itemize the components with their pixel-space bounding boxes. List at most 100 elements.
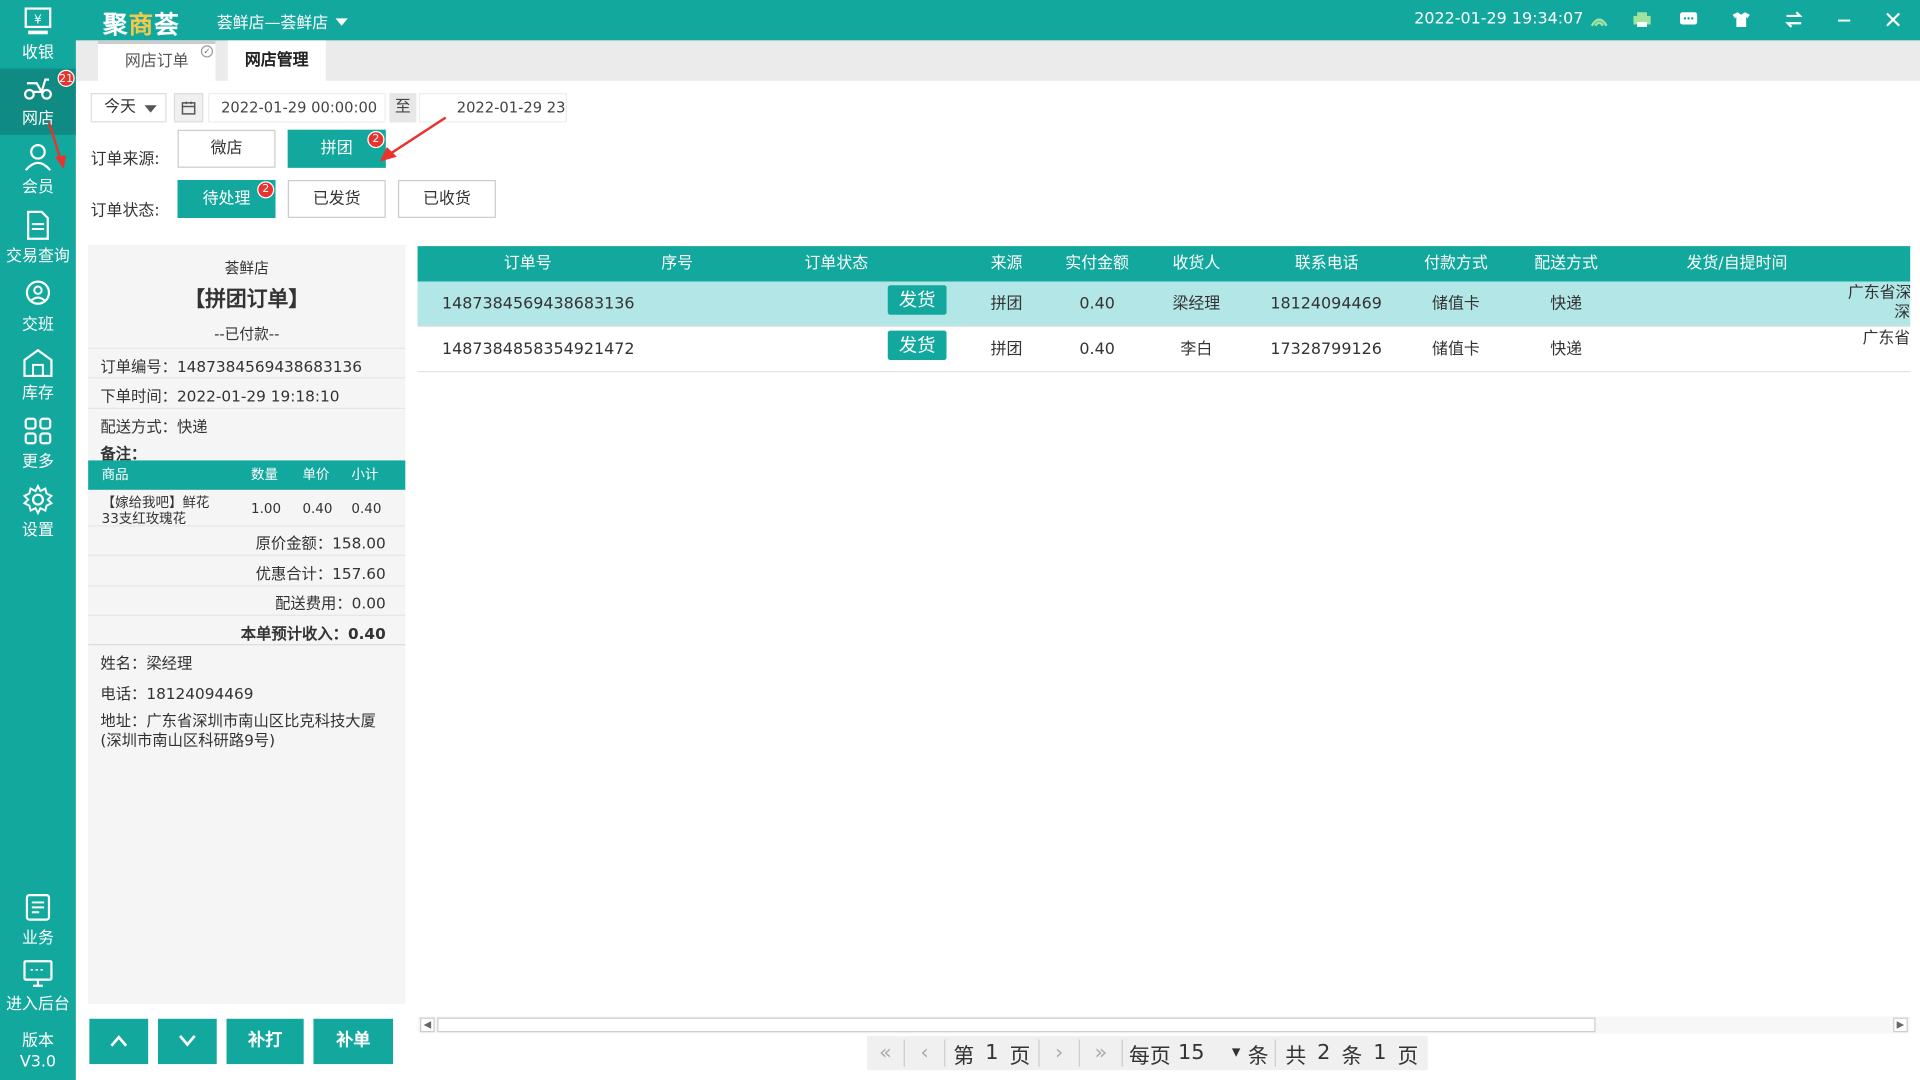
items-col-name: 商品	[101, 466, 129, 483]
switch-icon[interactable]	[1784, 10, 1804, 30]
receipt-order-number: 订单编号：1487384569438683136	[100, 357, 362, 376]
cell-order-number: 1487384858354921472	[442, 340, 635, 359]
sidebar-item-cashier[interactable]: ¥ 收银	[0, 2, 76, 68]
printer-icon[interactable]	[1632, 10, 1652, 30]
version-info: 版本 V3.0	[0, 1031, 76, 1080]
cell-address-line1: 广东省	[1862, 329, 1911, 348]
tab-bar: 网店订单 ✓ 网店管理	[75, 40, 1920, 81]
table-row[interactable]: 1487384569438683136 发货 拼团 0.40 梁经理 18124…	[417, 281, 1911, 329]
sidebar-item-settings[interactable]: 设置	[0, 480, 76, 546]
income-value: 0.40	[347, 624, 386, 643]
calendar-icon[interactable]	[173, 93, 204, 123]
prev-page-button[interactable]: ‹	[905, 1036, 944, 1070]
tab-label: 网店订单	[124, 52, 189, 72]
sidebar-item-business[interactable]: 业务	[0, 888, 76, 954]
per-page-label: 每页	[1129, 1043, 1171, 1069]
sidebar-item-label: 进入后台	[6, 995, 70, 1014]
col-ship-time[interactable]: 发货/自提时间	[1667, 246, 1808, 282]
receipt-order-type: 【拼团订单】	[184, 287, 310, 313]
first-page-button[interactable]: «	[867, 1036, 904, 1070]
chevron-down-icon[interactable]: ▼	[1232, 1047, 1240, 1059]
col-delivery[interactable]: 配送方式	[1522, 246, 1610, 282]
receipt-customer-phone: 电话：18124094469	[100, 684, 254, 703]
store-name: 荟鲜店—荟鲜店	[216, 14, 329, 34]
ship-button[interactable]: 发货	[887, 285, 947, 315]
cell-address-line1: 广东省深	[1847, 284, 1911, 303]
tab-webshop-management[interactable]: 网店管理	[227, 40, 326, 81]
sidebar-item-transactions[interactable]: 交易查询	[0, 206, 76, 272]
next-page-button[interactable]: ›	[1040, 1036, 1079, 1070]
cell-order-number: 1487384569438683136	[442, 295, 635, 314]
col-seq[interactable]: 序号	[628, 246, 726, 282]
source-weidian-button[interactable]: 微店	[177, 129, 276, 168]
day-value: 今天	[104, 97, 136, 117]
page-size: 每页 15 ▼ 条	[1123, 1036, 1275, 1070]
chevron-down-icon	[178, 1035, 196, 1047]
total-info: 共2条1页	[1276, 1036, 1428, 1070]
last-page-button[interactable]: »	[1080, 1036, 1122, 1070]
col-phone[interactable]: 联系电话	[1275, 246, 1379, 282]
status-count-badge: 2	[257, 181, 275, 199]
scroll-left-icon[interactable]: ◀	[420, 1017, 435, 1033]
status-received-button[interactable]: 已收货	[397, 180, 496, 218]
sidebar-item-inventory[interactable]: 库存	[0, 343, 76, 409]
table-row[interactable]: 1487384858354921472 发货 拼团 0.40 李白 173287…	[417, 327, 1911, 373]
reprint-button[interactable]: 补打	[226, 1018, 304, 1065]
supplement-order-button[interactable]: 补单	[313, 1018, 394, 1065]
col-amount[interactable]: 实付金额	[1054, 246, 1140, 282]
item-subtotal: 0.40	[351, 500, 382, 517]
minimize-icon[interactable]	[1834, 10, 1854, 30]
receipt-discount: 优惠合计：157.60	[255, 564, 386, 583]
sidebar-item-label: 会员	[22, 178, 54, 198]
items-col-subtotal: 小计	[351, 466, 379, 483]
status-shipped-button[interactable]: 已发货	[287, 180, 386, 218]
col-order-number[interactable]: 订单号	[454, 246, 601, 282]
scroll-right-icon[interactable]: ▶	[1893, 1017, 1908, 1033]
cell-amount: 0.40	[1079, 340, 1115, 359]
scroll-up-button[interactable]	[89, 1018, 149, 1065]
cell-receiver: 李白	[1180, 340, 1213, 359]
col-receiver[interactable]: 收货人	[1160, 246, 1233, 282]
grid-icon	[24, 417, 52, 445]
brand-logo: 聚商荟	[102, 9, 181, 40]
order-receipt-panel: 荟鲜店 【拼团订单】 --已付款-- 订单编号：1487384569438683…	[88, 244, 406, 1005]
cell-payment: 储值卡	[1432, 340, 1480, 359]
ship-button[interactable]: 发货	[887, 330, 947, 361]
chevron-down-icon	[144, 105, 157, 113]
receipt-original-amount: 原价金额：158.00	[255, 533, 386, 553]
receipt-address-line2: (深圳市南山区科研路9号)	[100, 731, 276, 750]
total-count: 2	[1317, 1040, 1331, 1066]
col-payment[interactable]: 付款方式	[1412, 246, 1500, 282]
sidebar-item-label: 收银	[22, 44, 54, 63]
wifi-icon[interactable]	[1589, 10, 1609, 30]
shirt-icon[interactable]	[1731, 10, 1751, 30]
sidebar-item-more[interactable]: 更多	[0, 411, 76, 477]
sidebar-item-backend[interactable]: 进入后台	[0, 954, 76, 1020]
col-order-status[interactable]: 订单状态	[787, 246, 885, 282]
start-datetime-input[interactable]: 2022-01-29 00:00:00	[208, 93, 386, 123]
horizontal-scrollbar[interactable]: ◀ ▶	[417, 1016, 1911, 1034]
cell-source: 拼团	[990, 340, 1023, 359]
per-page-select[interactable]: 15	[1178, 1041, 1225, 1065]
scrollbar-thumb[interactable]	[437, 1017, 1596, 1033]
page-number[interactable]: 1	[985, 1041, 998, 1065]
total-pages: 1	[1373, 1040, 1387, 1066]
scroll-down-button[interactable]	[157, 1018, 217, 1065]
tab-webshop-orders[interactable]: 网店订单 ✓	[97, 40, 216, 81]
top-bar: 聚商荟 荟鲜店—荟鲜店 2022-01-29 19:34:07	[0, 0, 1920, 41]
sidebar-item-label: 设置	[22, 521, 54, 541]
page-prefix: 第	[953, 1043, 975, 1069]
close-icon[interactable]	[1883, 10, 1903, 30]
receipt-customer-name: 姓名：梁经理	[100, 653, 193, 673]
cashier-icon: ¥	[24, 7, 52, 35]
close-tab-icon[interactable]: ✓	[200, 45, 214, 58]
items-header: 商品 数量 单价 小计	[88, 460, 406, 490]
sidebar-item-handover[interactable]: 交班	[0, 274, 76, 340]
table-header: 订单号 序号 订单状态 来源 实付金额 收货人 联系电话 付款方式 配送方式 发…	[417, 246, 1911, 282]
items-col-price: 单价	[302, 466, 330, 483]
store-selector[interactable]: 荟鲜店—荟鲜店	[217, 10, 348, 33]
col-source[interactable]: 来源	[976, 246, 1037, 282]
day-select[interactable]: 今天	[90, 93, 167, 123]
cell-address: 广东省深深	[1848, 284, 1910, 329]
message-icon[interactable]	[1679, 10, 1699, 30]
